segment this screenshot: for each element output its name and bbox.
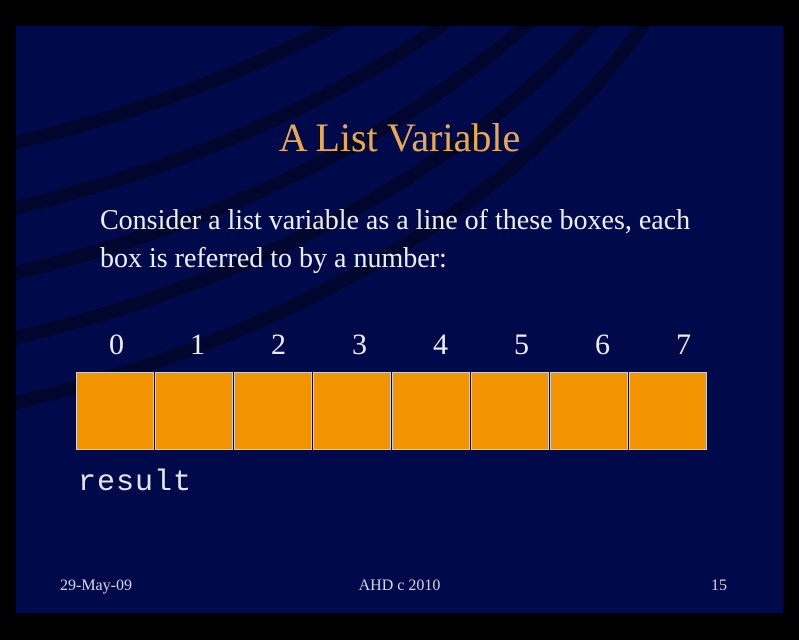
list-cell — [313, 372, 391, 450]
list-cell — [471, 372, 549, 450]
list-cell — [76, 372, 154, 450]
index-label: 1 — [157, 328, 238, 362]
slide-frame: A List Variable Consider a list variable… — [0, 0, 799, 640]
index-label: 4 — [400, 328, 481, 362]
list-cell — [155, 372, 233, 450]
slide-body: Consider a list variable as a line of th… — [100, 202, 713, 278]
list-cell — [550, 372, 628, 450]
list-boxes — [76, 372, 724, 450]
decorative-arc — [16, 26, 744, 324]
index-row: 0 1 2 3 4 5 6 7 — [76, 328, 724, 362]
slide: A List Variable Consider a list variable… — [16, 26, 783, 613]
footer-center: AHD c 2010 — [16, 577, 783, 595]
index-label: 3 — [319, 328, 400, 362]
index-label: 0 — [76, 328, 157, 362]
index-label: 2 — [238, 328, 319, 362]
variable-name: result — [78, 466, 192, 500]
decorative-arc — [16, 26, 744, 194]
list-cell — [629, 372, 707, 450]
index-label: 5 — [481, 328, 562, 362]
index-label: 6 — [562, 328, 643, 362]
index-label: 7 — [643, 328, 724, 362]
slide-title: A List Variable — [16, 114, 783, 161]
footer-page: 15 — [711, 577, 727, 595]
list-cell — [234, 372, 312, 450]
list-cell — [392, 372, 470, 450]
